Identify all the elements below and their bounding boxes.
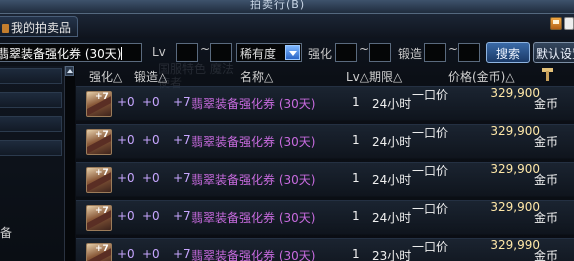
category-item[interactable] — [0, 68, 62, 84]
cell-forge: +0 — [142, 133, 160, 147]
cell-period: 23小时 — [372, 249, 412, 261]
scroll-up-icon[interactable] — [65, 66, 74, 76]
table-row[interactable]: +7 +0 +0 +7 翡翠装备强化券 (30天) 1 24小时 一口价 329… — [76, 200, 574, 235]
enhance-label: 强化 — [308, 47, 333, 61]
cell-forge: +0 — [142, 95, 160, 109]
cell-currency: 金币 — [534, 211, 559, 225]
lv-tilde: ~ — [200, 42, 211, 56]
document-icon[interactable] — [564, 17, 574, 30]
cell-name: 翡翠装备强化券 (30天) — [191, 135, 316, 149]
enhance-min-input[interactable] — [335, 43, 357, 62]
cell-sale-type: 一口价 — [412, 164, 449, 178]
cell-lv: 1 — [352, 95, 360, 109]
hammer-icon[interactable] — [542, 68, 554, 82]
cell-price: 329,900 — [490, 86, 540, 100]
cell-price: 329,900 — [490, 124, 540, 138]
forge-tilde: ~ — [448, 42, 459, 56]
rarity-select[interactable]: 稀有度 — [236, 43, 302, 62]
cell-amp: +7 — [173, 95, 191, 109]
category-partial-label[interactable]: 备 — [0, 224, 12, 241]
category-item[interactable] — [0, 140, 62, 156]
title-bar: 拍卖行(B) — [0, 0, 574, 14]
enhance-max-input[interactable] — [369, 43, 391, 62]
table-row[interactable]: +7 +0 +0 +7 翡翠装备强化券 (30天) 1 24小时 一口价 329… — [76, 162, 574, 197]
category-item[interactable] — [0, 116, 62, 132]
cell-enhance: +0 — [117, 133, 135, 147]
cell-period: 24小时 — [372, 135, 412, 149]
search-button[interactable]: 搜索 — [486, 42, 530, 63]
tab-row: 我的拍卖品 — [0, 14, 574, 38]
cell-forge: +0 — [142, 171, 160, 185]
tab-my-listings[interactable]: 我的拍卖品 — [0, 16, 79, 37]
cell-lv: 1 — [352, 247, 360, 261]
filter-bar: 翡翠装备强化券 (30天) Lv ~ 稀有度 强化 ~ 锻造 ~ 搜索 默认设置 — [0, 42, 574, 64]
text-cursor — [121, 47, 123, 60]
lv-max-input[interactable] — [210, 43, 232, 62]
cell-price: 329,990 — [490, 238, 540, 252]
search-text: 翡翠装备强化券 (30天) — [0, 47, 122, 61]
cell-currency: 金币 — [534, 173, 559, 187]
cell-price: 329,900 — [490, 162, 540, 176]
rarity-value: 稀有度 — [240, 47, 277, 61]
category-item[interactable] — [0, 92, 62, 108]
cell-amp: +7 — [173, 171, 191, 185]
cell-sale-type: 一口价 — [412, 202, 449, 216]
save-icon[interactable] — [550, 17, 562, 30]
forge-max-input[interactable] — [458, 43, 480, 62]
cell-currency: 金币 — [534, 135, 559, 149]
lv-label: Lv — [152, 45, 166, 59]
cell-enhance: +0 — [117, 209, 135, 223]
cell-name: 翡翠装备强化券 (30天) — [191, 173, 316, 187]
cell-enhance: +0 — [117, 95, 135, 109]
cell-enhance: +0 — [117, 247, 135, 261]
tab-label: 我的拍卖品 — [11, 21, 72, 35]
cell-sale-type: 一口价 — [412, 88, 449, 102]
cell-sale-type: 一口价 — [412, 126, 449, 140]
cell-name: 翡翠装备强化券 (30天) — [191, 97, 316, 111]
table-row[interactable]: +7 +0 +0 +7 翡翠装备强化券 (30天) 1 23小时 一口价 329… — [76, 238, 574, 261]
enhance-tilde: ~ — [359, 42, 370, 56]
cell-sale-type: 一口价 — [412, 240, 449, 254]
default-settings-button[interactable]: 默认设置 — [533, 42, 574, 63]
cell-name: 翡翠装备强化券 (30天) — [191, 249, 316, 261]
cell-currency: 金币 — [534, 97, 559, 111]
col-lv-period[interactable]: Lv△期限△ — [346, 68, 402, 85]
table-row[interactable]: +7 +0 +0 +7 翡翠装备强化券 (30天) 1 24小时 一口价 329… — [76, 124, 574, 159]
cell-forge: +0 — [142, 209, 160, 223]
cell-lv: 1 — [352, 133, 360, 147]
table-header: 强化△ 锻造△ 名称△ Lv△期限△ 价格(金币)△ — [76, 66, 574, 84]
enhancement-ticket-icon: +7 — [86, 129, 112, 155]
col-name[interactable]: 名称△ — [240, 68, 273, 85]
cell-currency: 金币 — [534, 249, 559, 261]
cell-forge: +0 — [142, 247, 160, 261]
cell-period: 24小时 — [372, 173, 412, 187]
enhancement-ticket-icon: +7 — [86, 205, 112, 231]
cell-price: 329,900 — [490, 200, 540, 214]
cell-amp: +7 — [173, 133, 191, 147]
cell-lv: 1 — [352, 209, 360, 223]
tab-icon — [2, 24, 9, 33]
enhancement-ticket-icon: +7 — [86, 243, 112, 261]
enhancement-ticket-icon: +7 — [86, 91, 112, 117]
table-row[interactable]: +7 +0 +0 +7 翡翠装备强化券 (30天) 1 24小时 一口价 329… — [76, 86, 574, 121]
forge-min-input[interactable] — [424, 43, 446, 62]
enhancement-ticket-icon: +7 — [86, 167, 112, 193]
window-title: 拍卖行(B) — [250, 0, 306, 11]
col-enhance[interactable]: 强化△ — [89, 68, 122, 85]
chevron-down-icon[interactable] — [285, 45, 300, 60]
col-price[interactable]: 价格(金币)△ — [448, 68, 515, 85]
auction-window: 拍卖行(B) 我的拍卖品 翡翠装备强化券 (30天) Lv ~ 稀有度 强化 ~… — [0, 0, 574, 261]
forge-label: 锻造 — [398, 47, 423, 61]
cell-name: 翡翠装备强化券 (30天) — [191, 211, 316, 225]
sidebar-scrollbar[interactable] — [64, 66, 75, 261]
lv-min-input[interactable] — [176, 43, 198, 62]
item-search-input[interactable]: 翡翠装备强化券 (30天) — [0, 43, 142, 62]
cell-amp: +7 — [173, 247, 191, 261]
cell-period: 24小时 — [372, 211, 412, 225]
cell-lv: 1 — [352, 171, 360, 185]
cell-period: 24小时 — [372, 97, 412, 111]
cell-enhance: +0 — [117, 171, 135, 185]
cell-amp: +7 — [173, 209, 191, 223]
category-sidebar: 备 — [0, 66, 64, 261]
